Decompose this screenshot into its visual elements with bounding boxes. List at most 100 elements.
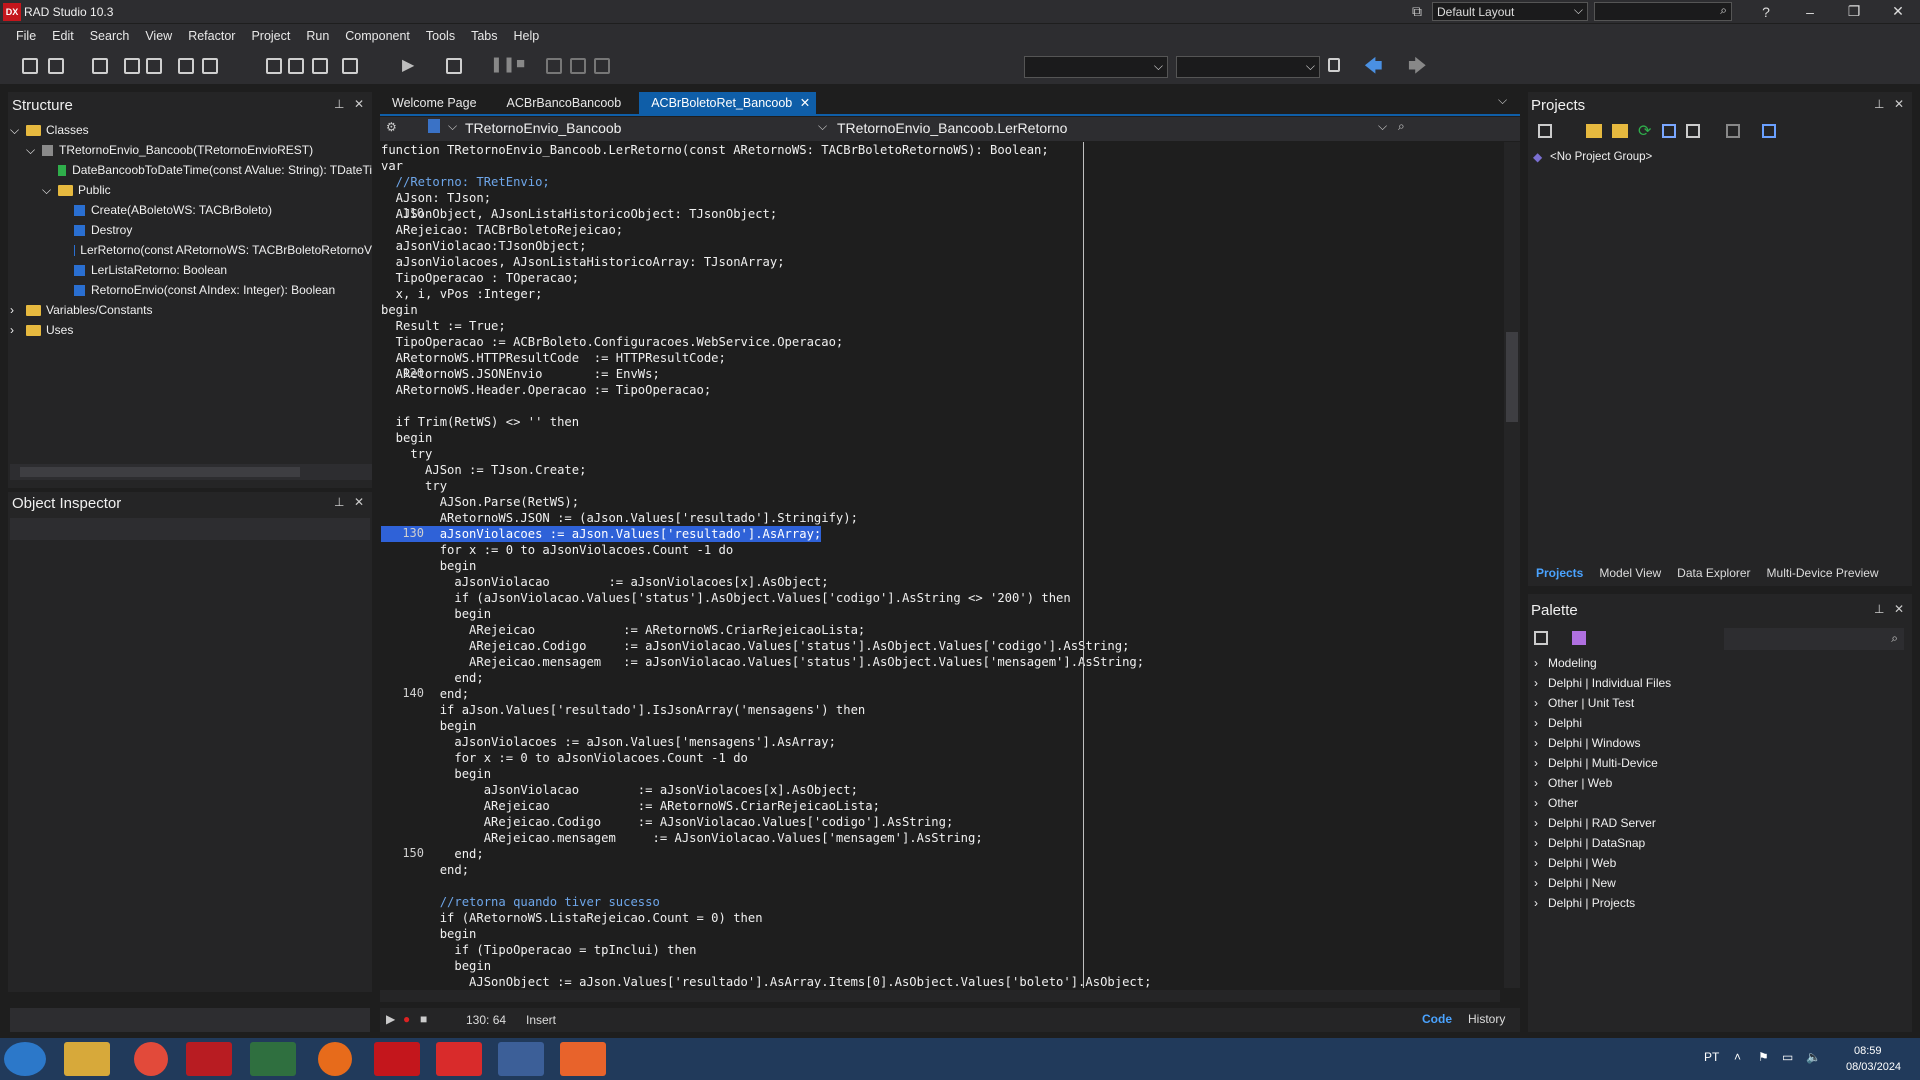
method-combo[interactable]: TRetornoEnvio_Bancoob.LerRetorno: [837, 120, 1067, 136]
code-line[interactable]: function TRetornoEnvio_Bancoob.LerRetorn…: [381, 142, 1504, 158]
tree-node-classes[interactable]: ⌵ Classes: [10, 120, 372, 140]
help-icon[interactable]: ?: [1744, 4, 1788, 20]
maximize-button[interactable]: ❐: [1832, 3, 1876, 20]
code-line[interactable]: ARejeicao.Codigo := aJsonViolacao.Values…: [381, 638, 1504, 654]
code-line[interactable]: end;: [381, 846, 1504, 862]
menu-search[interactable]: Search: [82, 29, 138, 43]
object-selector[interactable]: [10, 518, 370, 540]
code-line[interactable]: AJSon := TJson.Create;: [381, 462, 1504, 478]
menu-refactor[interactable]: Refactor: [180, 29, 243, 43]
open-project-icon[interactable]: [146, 58, 162, 74]
tab-projects[interactable]: Projects: [1528, 566, 1591, 580]
palette-category[interactable]: › Delphi | DataSnap: [1534, 833, 1904, 853]
code-line[interactable]: if Trim(RetWS) <> '' then: [381, 414, 1504, 430]
code-line[interactable]: aJsonViolacao := aJsonViolacoes[x].AsObj…: [381, 574, 1504, 590]
stop-icon[interactable]: ■: [420, 1012, 427, 1026]
code-line[interactable]: begin: [381, 958, 1504, 974]
close-button[interactable]: ✕: [1876, 3, 1920, 20]
palette-categories-icon[interactable]: [1534, 631, 1548, 645]
palette-category[interactable]: › Delphi | New: [1534, 873, 1904, 893]
pin-icon[interactable]: ⊥: [1874, 602, 1884, 616]
close-icon[interactable]: ✕: [354, 495, 364, 509]
tree-node-class[interactable]: ⌵ TRetornoEnvio_Bancoob(TRetornoEnvioREST…: [10, 140, 372, 160]
run-to-cursor-icon[interactable]: [594, 58, 610, 74]
tree-node-method[interactable]: Destroy: [10, 220, 372, 240]
open-folder-icon[interactable]: [1612, 124, 1628, 138]
back-arrow-icon[interactable]: 🡄: [1364, 54, 1383, 84]
editor-vscrollbar[interactable]: [1504, 142, 1520, 988]
code-line[interactable]: ARejeicao := ARetornoWS.CriarRejeicaoLis…: [381, 798, 1504, 814]
tree-node-uses[interactable]: › Uses: [10, 320, 372, 340]
code-line[interactable]: //Retorno: TRetEnvio;: [381, 174, 1504, 190]
tab-model-view[interactable]: Model View: [1591, 566, 1669, 580]
tab-acbrbancobancoob[interactable]: ACBrBancoBancoob: [495, 92, 634, 114]
palette-category[interactable]: › Modeling: [1534, 653, 1904, 673]
menu-file[interactable]: File: [8, 29, 44, 43]
delphi-icon[interactable]: [374, 1042, 420, 1076]
code-line[interactable]: AJSonObject := aJson.Values['resultado']…: [381, 974, 1504, 988]
code-line[interactable]: begin: [381, 606, 1504, 622]
unit-icon[interactable]: ⚙: [386, 120, 397, 134]
run-icon[interactable]: ▶: [402, 55, 414, 75]
menu-help[interactable]: Help: [506, 29, 548, 43]
code-line[interactable]: ARetornoWS.Header.Operacao := TipoOperac…: [381, 382, 1504, 398]
tree-node-method[interactable]: DateBancoobToDateTime(const AValue: Stri…: [10, 160, 372, 180]
platform-combo[interactable]: ⌵: [1024, 56, 1168, 78]
code-line[interactable]: AJSon.Parse(RetWS);: [381, 494, 1504, 510]
close-icon[interactable]: ✕: [800, 92, 810, 114]
ide-insight-search[interactable]: ⌕: [1594, 2, 1732, 21]
palette-category[interactable]: › Other | Web: [1534, 773, 1904, 793]
code-line[interactable]: ARejeicao := ARetornoWS.CriarRejeicaoLis…: [381, 622, 1504, 638]
code-editor[interactable]: function TRetornoEnvio_Bancoob.LerRetorn…: [381, 142, 1504, 988]
pin-icon[interactable]: ⊥: [1874, 97, 1884, 111]
code-line[interactable]: Result := True;: [381, 318, 1504, 334]
rad-studio-taskbar-icon[interactable]: [186, 1042, 232, 1076]
new-file-icon[interactable]: [266, 58, 282, 74]
code-line[interactable]: x, i, vPos :Integer;: [381, 286, 1504, 302]
code-line[interactable]: ARetornoWS.JSON := (aJson.Values['result…: [381, 510, 1504, 526]
open-icon[interactable]: [48, 58, 64, 74]
language-indicator[interactable]: PT: [1704, 1050, 1719, 1064]
palette-category[interactable]: › Other | Unit Test: [1534, 693, 1904, 713]
tree-node-public[interactable]: ⌵ Public: [10, 180, 372, 200]
pin-icon[interactable]: ⊥: [334, 97, 344, 111]
menu-tabs[interactable]: Tabs: [463, 29, 505, 43]
palette-category[interactable]: › Delphi: [1534, 713, 1904, 733]
palette-category[interactable]: › Delphi | Web: [1534, 853, 1904, 873]
chevron-down-icon[interactable]: ⌵: [1498, 93, 1507, 108]
stop-icon[interactable]: ■: [516, 55, 525, 72]
code-line[interactable]: begin: [381, 302, 1504, 318]
activate-icon[interactable]: [1538, 124, 1552, 138]
editor-hscrollbar[interactable]: [380, 990, 1500, 1002]
explorer-window-icon[interactable]: [498, 1042, 544, 1076]
palette-category[interactable]: › Delphi | Multi-Device: [1534, 753, 1904, 773]
tab-history[interactable]: History: [1468, 1012, 1505, 1026]
tab-code[interactable]: Code: [1422, 1012, 1452, 1026]
pin-icon[interactable]: ⊥: [334, 495, 344, 509]
close-icon[interactable]: ✕: [1894, 97, 1904, 111]
palette-category[interactable]: › Delphi | Windows: [1534, 733, 1904, 753]
close-icon[interactable]: ✕: [1894, 602, 1904, 616]
tree-node-method[interactable]: LerListaRetorno: Boolean: [10, 260, 372, 280]
chevron-up-icon[interactable]: ˄: [1734, 1050, 1741, 1064]
app-taskbar-icon[interactable]: [250, 1042, 296, 1076]
step-over-icon[interactable]: [570, 58, 586, 74]
build-icon[interactable]: [1662, 124, 1676, 138]
clock-date[interactable]: 08/03/2024: [1846, 1061, 1901, 1073]
close-icon[interactable]: ✕: [354, 97, 364, 111]
add-folder-icon[interactable]: [1586, 124, 1602, 138]
code-line[interactable]: [381, 878, 1504, 894]
new-icon[interactable]: [22, 58, 38, 74]
tree-node-method[interactable]: RetornoEnvio(const AIndex: Integer): Boo…: [10, 280, 372, 300]
code-line[interactable]: TipoOperacao := ACBrBoleto.Configuracoes…: [381, 334, 1504, 350]
code-line[interactable]: try: [381, 446, 1504, 462]
code-line[interactable]: begin: [381, 558, 1504, 574]
code-line[interactable]: aJsonViolacoes := aJson.Values['mensagen…: [381, 734, 1504, 750]
save-icon[interactable]: [92, 58, 108, 74]
device-icon[interactable]: [1328, 58, 1340, 72]
code-line[interactable]: for x := 0 to aJsonViolacoes.Count -1 do: [381, 750, 1504, 766]
record-macro-icon[interactable]: ●: [403, 1012, 410, 1026]
code-line[interactable]: aJsonViolacao:TJsonObject;: [381, 238, 1504, 254]
menu-tools[interactable]: Tools: [418, 29, 463, 43]
tree-node-method[interactable]: Create(ABoletoWS: TACBrBoleto): [10, 200, 372, 220]
